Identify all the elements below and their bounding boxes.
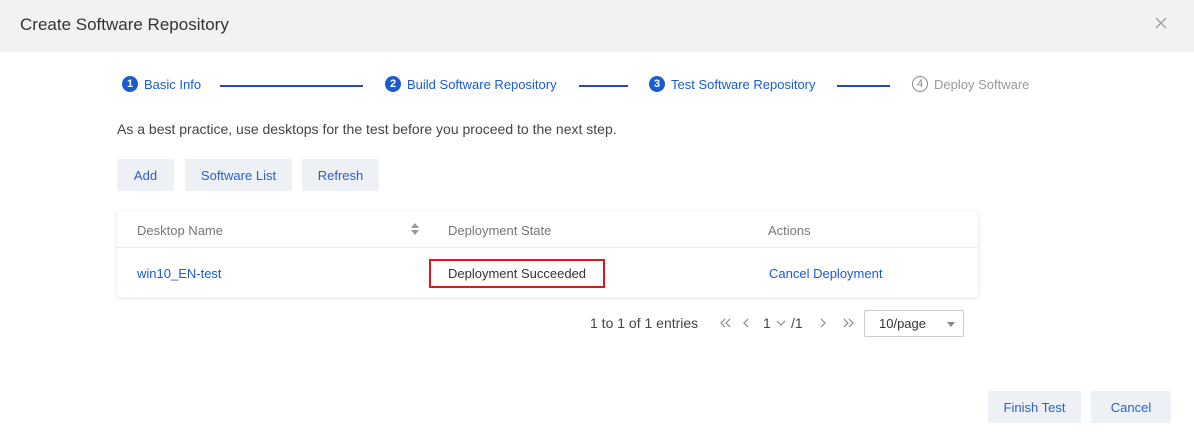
chevron-down-icon[interactable] — [774, 316, 788, 330]
last-page-icon[interactable] — [842, 316, 856, 330]
page-size-value: 10/page — [879, 316, 926, 331]
step-connector — [837, 85, 890, 87]
dialog-title: Create Software Repository — [20, 15, 229, 34]
caret-down-icon — [947, 322, 955, 327]
add-button[interactable]: Add — [117, 159, 174, 191]
step-build-repository: 2 Build Software Repository — [385, 76, 557, 92]
step-3-icon: 3 — [649, 76, 665, 92]
step-2-icon: 2 — [385, 76, 401, 92]
desktop-table: Desktop Name Deployment State Actions wi… — [117, 211, 978, 297]
total-pages: /1 — [791, 315, 803, 331]
step-1-icon: 1 — [122, 76, 138, 92]
step-deploy-software: 4 Deploy Software — [912, 76, 1029, 92]
step-4-icon: 4 — [912, 76, 928, 92]
step-connector — [579, 85, 628, 87]
software-list-button[interactable]: Software List — [185, 159, 292, 191]
previous-page-icon[interactable] — [739, 316, 753, 330]
column-header-deployment-state: Deployment State — [448, 223, 552, 238]
step-label: Deploy Software — [934, 76, 1030, 92]
refresh-button[interactable]: Refresh — [302, 159, 379, 191]
first-page-icon[interactable] — [718, 316, 732, 330]
step-label: Test Software Repository — [671, 76, 816, 92]
finish-test-button[interactable]: Finish Test — [988, 391, 1081, 423]
step-connector — [220, 85, 363, 87]
current-page[interactable]: 1 — [763, 309, 771, 337]
next-page-icon[interactable] — [816, 316, 830, 330]
deployment-state: Deployment Succeeded — [448, 266, 587, 281]
column-header-actions: Actions — [768, 223, 811, 238]
step-label: Build Software Repository — [407, 76, 557, 92]
dialog-header: Create Software Repository — [0, 0, 1194, 52]
step-test-repository: 3 Test Software Repository — [649, 76, 816, 92]
pagination-summary: 1 to 1 of 1 entries — [590, 315, 699, 331]
sort-icon[interactable] — [410, 222, 420, 236]
page-size-select[interactable]: 10/page — [864, 310, 964, 337]
best-practice-hint: As a best practice, use desktops for the… — [117, 121, 617, 137]
step-basic-info: 1 Basic Info — [122, 76, 201, 92]
cancel-deployment-link[interactable]: Cancel Deployment — [769, 266, 882, 281]
step-label: Basic Info — [144, 76, 202, 92]
cancel-button[interactable]: Cancel — [1091, 391, 1171, 423]
column-header-desktop-name: Desktop Name — [137, 223, 223, 238]
table-header-divider — [117, 247, 978, 248]
desktop-name-link[interactable]: win10_EN-test — [137, 266, 222, 281]
close-icon[interactable] — [1153, 15, 1169, 31]
